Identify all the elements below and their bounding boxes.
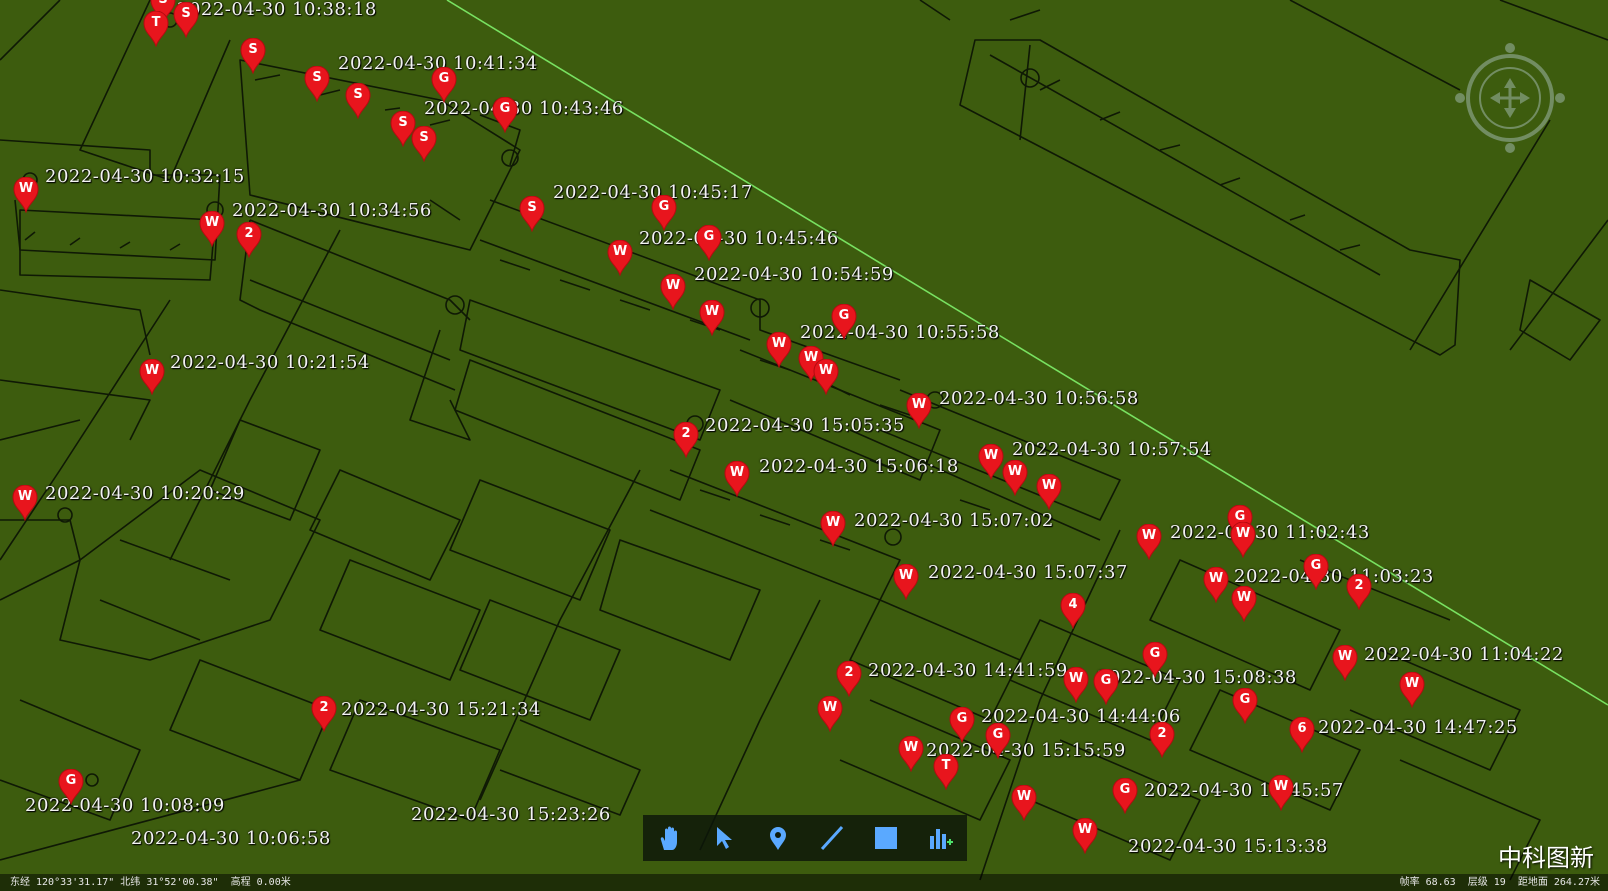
- navigation-compass-icon[interactable]: [1452, 40, 1568, 156]
- map-marker[interactable]: W: [1230, 522, 1256, 558]
- map-marker[interactable]: W: [724, 461, 750, 497]
- map-marker[interactable]: S: [519, 196, 545, 232]
- map-marker[interactable]: W: [139, 359, 165, 395]
- map-marker[interactable]: W: [906, 393, 932, 429]
- map-marker[interactable]: T: [143, 11, 169, 47]
- building-outline-layer: [0, 0, 1608, 881]
- map-marker[interactable]: W: [766, 332, 792, 368]
- map-marker[interactable]: G: [831, 304, 857, 340]
- map-marker[interactable]: W: [1268, 775, 1294, 811]
- map-marker[interactable]: W: [12, 485, 38, 521]
- map-marker[interactable]: G: [1303, 554, 1329, 590]
- coordinates-readout: 东经 120°33'31.17" 北纬 31°52'00.38" 高程 0.00…: [10, 877, 291, 888]
- map-marker[interactable]: W: [1002, 460, 1028, 496]
- timestamp-label: 2022-04-30 10:55:58: [800, 322, 1000, 343]
- map-marker[interactable]: S: [345, 83, 371, 119]
- map-marker[interactable]: G: [58, 769, 84, 805]
- timestamp-label: 2022-04-30 15:08:38: [1097, 667, 1297, 688]
- map-marker[interactable]: S: [173, 2, 199, 38]
- timestamp-label: 2022-04-30 15:07:02: [854, 510, 1054, 531]
- map-marker[interactable]: 2: [311, 696, 337, 732]
- map-marker[interactable]: G: [431, 67, 457, 103]
- map-marker[interactable]: G: [696, 225, 722, 261]
- timestamp-label: 2022-04-30 10:34:56: [232, 200, 432, 221]
- map-marker[interactable]: 2: [236, 222, 262, 258]
- map-marker[interactable]: S: [411, 126, 437, 162]
- map-marker[interactable]: W: [813, 359, 839, 395]
- map-marker[interactable]: 2: [1346, 574, 1372, 610]
- timestamp-label: 2022-04-30 15:13:38: [1128, 836, 1328, 857]
- timestamp-label: 2022-04-30 11:02:43: [1170, 522, 1370, 543]
- map-pin-icon[interactable]: [758, 818, 798, 858]
- map-marker[interactable]: W: [1399, 672, 1425, 708]
- timestamp-label: 2022-04-30 10:32:15: [45, 166, 245, 187]
- map-marker[interactable]: G: [985, 723, 1011, 759]
- map-marker[interactable]: W: [1332, 645, 1358, 681]
- map-marker[interactable]: W: [898, 736, 924, 772]
- timestamp-label: 2022-04-30 14:41:59: [868, 660, 1068, 681]
- map-marker[interactable]: W: [820, 511, 846, 547]
- timestamp-label: 2022-04-30 10:20:29: [45, 483, 245, 504]
- map-marker[interactable]: S: [240, 38, 266, 74]
- timestamp-label: 2022-04-30 15:23:26: [411, 804, 611, 825]
- map-marker[interactable]: 6: [1289, 717, 1315, 753]
- map-marker[interactable]: W: [1036, 474, 1062, 510]
- timestamp-label: 2022-04-30 10:06:58: [131, 828, 331, 849]
- map-marker[interactable]: W: [660, 274, 686, 310]
- map-marker[interactable]: W: [1203, 567, 1229, 603]
- map-marker[interactable]: S: [304, 66, 330, 102]
- map-marker[interactable]: 2: [1149, 722, 1175, 758]
- map-marker[interactable]: G: [492, 97, 518, 133]
- timestamp-label: 2022-04-30 14:47:25: [1318, 717, 1518, 738]
- map-marker[interactable]: G: [1112, 778, 1138, 814]
- pan-hand-icon[interactable]: [650, 818, 690, 858]
- timestamp-label: 2022-04-30 15:05:35: [705, 415, 905, 436]
- map-view[interactable]: 2022-04-30 10:38:18 2022-04-30 10:41:34 …: [0, 0, 1608, 891]
- map-marker[interactable]: W: [1136, 524, 1162, 560]
- map-marker[interactable]: G: [949, 707, 975, 743]
- map-marker[interactable]: W: [607, 240, 633, 276]
- map-marker[interactable]: W: [199, 211, 225, 247]
- timestamp-label: 2022-04-30 10:21:54: [170, 352, 370, 373]
- map-marker[interactable]: G: [1142, 642, 1168, 678]
- map-marker[interactable]: W: [817, 696, 843, 732]
- map-marker[interactable]: W: [1231, 586, 1257, 622]
- timestamp-label: 2022-04-30 15:07:37: [928, 562, 1128, 583]
- map-marker[interactable]: W: [1063, 667, 1089, 703]
- map-marker[interactable]: 2: [673, 422, 699, 458]
- map-marker[interactable]: 4: [1060, 593, 1086, 629]
- map-marker[interactable]: W: [13, 177, 39, 213]
- map-marker[interactable]: W: [1072, 818, 1098, 854]
- map-marker[interactable]: G: [1093, 669, 1119, 705]
- map-marker[interactable]: W: [699, 300, 725, 336]
- timestamp-label: 2022-04-30 11:04:22: [1364, 644, 1564, 665]
- map-marker[interactable]: G: [1232, 688, 1258, 724]
- brand-logo: 中科图新: [1498, 844, 1594, 872]
- render-stats-readout: 帧率 68.63 层级 19 距地面 264.27米: [1399, 877, 1600, 888]
- timestamp-label: 2022-04-30 10:08:09: [25, 795, 225, 816]
- timestamp-label: 2022-04-30 10:45:46: [639, 228, 839, 249]
- chart-add-icon[interactable]: [920, 818, 960, 858]
- polygon-square-icon[interactable]: [866, 818, 906, 858]
- map-marker[interactable]: 2: [836, 661, 862, 697]
- timestamp-label: 2022-04-30 10:38:18: [177, 0, 377, 20]
- map-marker[interactable]: W: [978, 444, 1004, 480]
- line-draw-icon[interactable]: [812, 818, 852, 858]
- drawing-toolbar: [643, 815, 967, 861]
- timestamp-label: 2022-04-30 10:54:59: [694, 264, 894, 285]
- timestamp-label: 2022-04-30 10:56:58: [939, 388, 1139, 409]
- map-marker[interactable]: T: [933, 754, 959, 790]
- status-bar: 东经 120°33'31.17" 北纬 31°52'00.38" 高程 0.00…: [0, 874, 1608, 891]
- select-pointer-icon[interactable]: [704, 818, 744, 858]
- timestamp-label: 2022-04-30 10:57:54: [1012, 439, 1212, 460]
- timestamp-label: 2022-04-30 15:21:34: [341, 699, 541, 720]
- map-marker[interactable]: W: [893, 564, 919, 600]
- timestamp-label: 2022-04-30 15:06:18: [759, 456, 959, 477]
- timestamp-label: 2022-04-30 11:03:23: [1234, 566, 1434, 587]
- map-marker[interactable]: W: [1011, 785, 1037, 821]
- map-marker[interactable]: G: [651, 195, 677, 231]
- timestamp-label: 2022-04-30 14:45:57: [1144, 780, 1344, 801]
